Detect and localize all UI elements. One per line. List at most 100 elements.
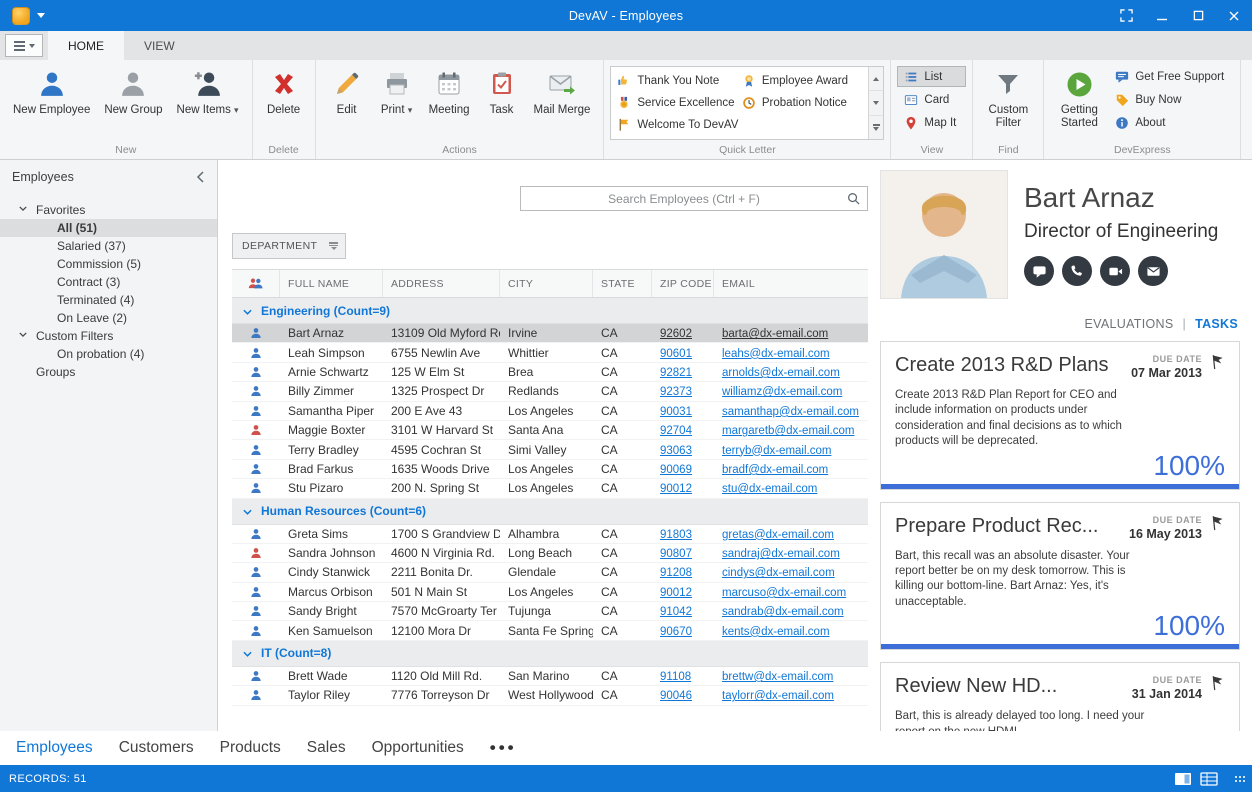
- table-row[interactable]: Billy Zimmer1325 Prospect DrRedlandsCA92…: [232, 382, 868, 401]
- gallery-scroll-down-button[interactable]: [869, 91, 883, 115]
- table-row[interactable]: Maggie Boxter3101 W Harvard StSanta AnaC…: [232, 421, 868, 440]
- task-button[interactable]: Task: [477, 63, 527, 117]
- cell-email-link[interactable]: cindys@dx-email.com: [722, 567, 835, 579]
- cell-zip-code-link[interactable]: 90069: [660, 464, 692, 476]
- sidebar-item-terminated-4[interactable]: Terminated (4): [0, 291, 217, 309]
- sidebar-item-groups[interactable]: Groups: [0, 363, 217, 381]
- card-view-button[interactable]: Card: [897, 89, 966, 110]
- cell-email-link[interactable]: williamz@dx-email.com: [722, 386, 842, 398]
- cell-zip-code-link[interactable]: 90012: [660, 587, 692, 599]
- cell-zip-code-link[interactable]: 90601: [660, 348, 692, 360]
- column-header-state[interactable]: STATE: [593, 270, 652, 297]
- new-employee-button[interactable]: New Employee: [6, 63, 97, 117]
- cell-email-link[interactable]: sandraj@dx-email.com: [722, 548, 840, 560]
- cell-zip-code-link[interactable]: 92373: [660, 386, 692, 398]
- group-by-department-chip[interactable]: DEPARTMENT: [232, 233, 346, 259]
- edit-button[interactable]: Edit: [322, 63, 372, 117]
- minimize-button[interactable]: [1144, 0, 1180, 31]
- column-header-email[interactable]: EMAIL: [714, 270, 868, 297]
- email-button[interactable]: [1138, 256, 1168, 286]
- sidebar-item-custom-filters[interactable]: Custom Filters: [0, 327, 217, 345]
- print-button[interactable]: Print ▾: [372, 63, 422, 117]
- cell-zip-code-link[interactable]: 92704: [660, 425, 692, 437]
- close-button[interactable]: [1216, 0, 1252, 31]
- map-it-button[interactable]: Map It: [897, 112, 966, 133]
- table-row[interactable]: Samantha Piper200 E Ave 43Los AngelesCA9…: [232, 402, 868, 421]
- nav-item-customers[interactable]: Customers: [119, 739, 194, 757]
- cell-zip-code-link[interactable]: 90807: [660, 548, 692, 560]
- column-header-city[interactable]: CITY: [500, 270, 593, 297]
- table-row[interactable]: Cindy Stanwick2211 Bonita Dr.GlendaleCA9…: [232, 563, 868, 582]
- table-row[interactable]: Taylor Riley7776 Torreyson DrWest Hollyw…: [232, 686, 868, 705]
- get-free-support-button[interactable]: Get Free Support: [1108, 66, 1234, 87]
- cell-email-link[interactable]: arnolds@dx-email.com: [722, 367, 840, 379]
- quick-letter-service-excellence[interactable]: Service Excellence: [617, 92, 742, 114]
- cell-email-link[interactable]: brettw@dx-email.com: [722, 671, 833, 683]
- cell-zip-code-link[interactable]: 92821: [660, 367, 692, 379]
- column-header-address[interactable]: ADDRESS: [383, 270, 500, 297]
- table-row[interactable]: Greta Sims1700 S Grandview Dr.AlhambraCA…: [232, 525, 868, 544]
- group-row-engineering-count-9[interactable]: Engineering (Count=9): [232, 298, 868, 324]
- table-row[interactable]: Terry Bradley4595 Cochran StSimi ValleyC…: [232, 440, 868, 459]
- cell-email-link[interactable]: leahs@dx-email.com: [722, 348, 830, 360]
- nav-item-products[interactable]: Products: [220, 739, 281, 757]
- cell-zip-code-link[interactable]: 90031: [660, 406, 692, 418]
- task-card-review-new-hd[interactable]: Review New HD...DUE DATE31 Jan 2014Bart,…: [880, 662, 1240, 731]
- resize-grip[interactable]: [1234, 775, 1246, 783]
- group-row-it-count-8[interactable]: IT (Count=8): [232, 641, 868, 667]
- cell-zip-code-link[interactable]: 93063: [660, 445, 692, 457]
- sidebar-item-contract-3[interactable]: Contract (3): [0, 273, 217, 291]
- custom-filter-button[interactable]: Custom Filter: [979, 63, 1037, 130]
- table-row[interactable]: Brad Farkus1635 Woods DriveLos AngelesCA…: [232, 460, 868, 479]
- column-header-zip-code[interactable]: ZIP CODE: [652, 270, 714, 297]
- gallery-dropdown-button[interactable]: [869, 116, 883, 139]
- cell-email-link[interactable]: marcuso@dx-email.com: [722, 587, 846, 599]
- nav-more-button[interactable]: •••: [490, 738, 517, 758]
- table-row[interactable]: Stu Pizaro200 N. Spring StLos AngelesCA9…: [232, 479, 868, 498]
- about-button[interactable]: About: [1108, 112, 1234, 133]
- nav-item-sales[interactable]: Sales: [307, 739, 346, 757]
- cell-zip-code-link[interactable]: 90012: [660, 483, 692, 495]
- cell-email-link[interactable]: barta@dx-email.com: [722, 328, 828, 340]
- task-card-create-2013-r-d-plans[interactable]: Create 2013 R&D PlansDUE DATE07 Mar 2013…: [880, 341, 1240, 490]
- table-row[interactable]: Bart Arnaz13109 Old Myford RdIrvineCA926…: [232, 324, 868, 343]
- tab-view[interactable]: VIEW: [124, 31, 195, 60]
- mail-merge-button[interactable]: Mail Merge: [527, 63, 598, 117]
- cell-zip-code-link[interactable]: 90670: [660, 626, 692, 638]
- phone-button[interactable]: [1062, 256, 1092, 286]
- quick-letter-thank-you-note[interactable]: Thank You Note: [617, 70, 742, 92]
- table-row[interactable]: Marcus Orbison501 N Main StLos AngelesCA…: [232, 583, 868, 602]
- sidebar-item-on-leave-2[interactable]: On Leave (2): [0, 309, 217, 327]
- app-logo-icon[interactable]: [12, 7, 30, 25]
- video-call-button[interactable]: [1100, 256, 1130, 286]
- quick-letter-welcome-to-devav[interactable]: Welcome To DevAV: [617, 114, 742, 136]
- table-row[interactable]: Sandra Johnson4600 N Virginia Rd.Long Be…: [232, 544, 868, 563]
- getting-started-button[interactable]: Getting Started: [1050, 63, 1108, 130]
- tab-home[interactable]: HOME: [48, 31, 124, 60]
- sidebar-item-all-51[interactable]: All (51): [0, 219, 217, 237]
- table-row[interactable]: Arnie Schwartz125 W Elm StBreaCA92821arn…: [232, 363, 868, 382]
- table-row[interactable]: Ken Samuelson12100 Mora DrSanta Fe Sprin…: [232, 621, 868, 640]
- tab-evaluations[interactable]: EVALUATIONS: [1085, 317, 1174, 331]
- cell-email-link[interactable]: gretas@dx-email.com: [722, 529, 834, 541]
- cell-zip-code-link[interactable]: 92602: [660, 328, 692, 340]
- cell-email-link[interactable]: stu@dx-email.com: [722, 483, 817, 495]
- gallery-scroll-up-button[interactable]: [869, 67, 883, 91]
- delete-button[interactable]: Delete: [259, 63, 309, 117]
- quick-letter-employee-award[interactable]: Employee Award: [742, 70, 867, 92]
- panel-view-toggle[interactable]: [1174, 772, 1192, 786]
- task-card-prepare-product-rec[interactable]: Prepare Product Rec...DUE DATE16 May 201…: [880, 502, 1240, 651]
- quick-letter-probation-notice[interactable]: Probation Notice: [742, 92, 867, 114]
- nav-item-employees[interactable]: Employees: [16, 739, 93, 757]
- cell-zip-code-link[interactable]: 91042: [660, 606, 692, 618]
- tab-tasks[interactable]: TASKS: [1195, 317, 1238, 331]
- cell-email-link[interactable]: bradf@dx-email.com: [722, 464, 828, 476]
- cell-email-link[interactable]: kents@dx-email.com: [722, 626, 830, 638]
- sidebar-item-commission-5[interactable]: Commission (5): [0, 255, 217, 273]
- table-row[interactable]: Brett Wade1120 Old Mill Rd.San MarinoCA9…: [232, 667, 868, 686]
- sidebar-item-favorites[interactable]: Favorites: [0, 201, 217, 219]
- cell-email-link[interactable]: samanthap@dx-email.com: [722, 406, 859, 418]
- resize-button[interactable]: [1108, 0, 1144, 31]
- cell-zip-code-link[interactable]: 91108: [660, 671, 691, 683]
- maximize-button[interactable]: [1180, 0, 1216, 31]
